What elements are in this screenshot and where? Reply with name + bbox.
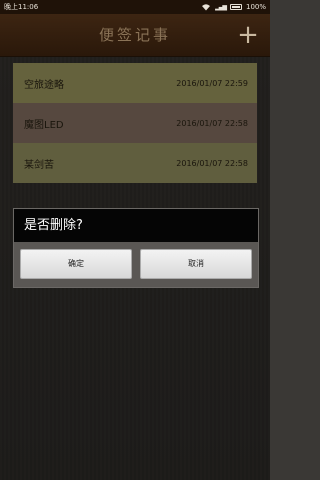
dialog-message: 是否删除? [14,209,258,242]
delete-confirm-dialog: 是否删除? 确定 取消 [13,208,259,288]
status-bar: 晚上11:06 ▂▄▆ 100% [0,0,270,14]
add-note-button[interactable]: + [234,20,262,50]
cancel-button[interactable]: 取消 [140,249,252,279]
app-title: 便签记事 [98,26,171,44]
confirm-button[interactable]: 确定 [20,249,132,279]
wifi-icon [202,4,211,11]
battery-icon [229,4,242,10]
status-time: 晚上11:06 [4,3,39,11]
battery-percent: 100% [245,3,266,11]
signal-icon: ▂▄▆ [215,3,227,11]
status-indicators: ▂▄▆ 100% [201,3,266,11]
app-bar: 便签记事 + [0,14,270,57]
